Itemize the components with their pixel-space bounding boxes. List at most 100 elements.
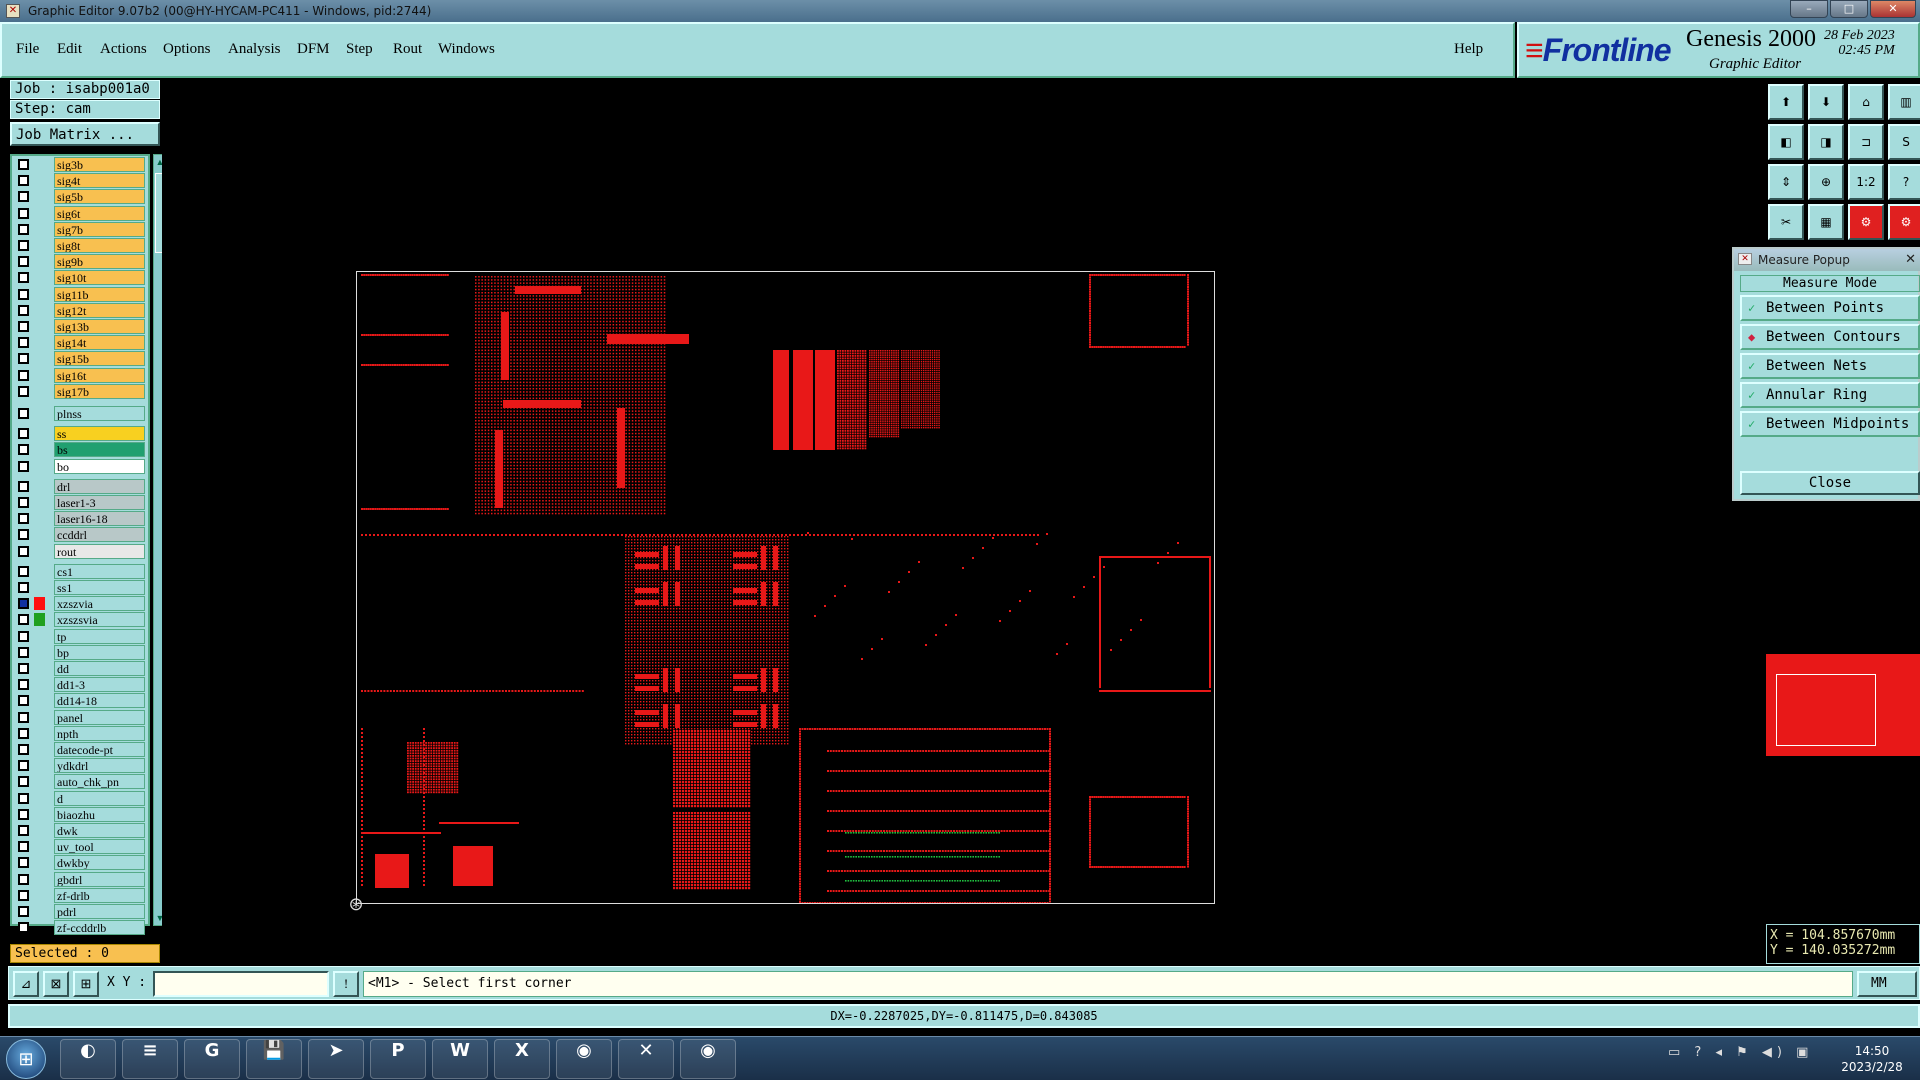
layer-row-sig6t[interactable]: sig6t	[14, 205, 145, 221]
layer-checkbox[interactable]	[18, 906, 29, 917]
layer-checkbox[interactable]	[18, 480, 29, 492]
layer-checkbox[interactable]	[18, 792, 29, 804]
layer-name[interactable]: ydkdrl	[54, 758, 145, 774]
layer-name[interactable]: drl	[54, 478, 145, 494]
layer-name[interactable]: sig11b	[54, 286, 145, 302]
layer-row-ydkdrl[interactable]: ydkdrl	[14, 758, 145, 774]
layer-checkbox[interactable]	[18, 288, 29, 300]
layer-row-sig10t[interactable]: sig10t	[14, 270, 145, 286]
layer-name[interactable]: sig5b	[54, 189, 145, 205]
layer-checkbox[interactable]	[18, 272, 29, 284]
menu-windows[interactable]: Windows	[438, 41, 495, 58]
layer-name[interactable]: biaozhu	[54, 806, 145, 822]
layer-row-ss[interactable]: ss	[14, 426, 145, 442]
layer-checkbox[interactable]	[18, 256, 29, 268]
layer-row-dd14-18[interactable]: dd14-18	[14, 693, 145, 709]
layer-row-uv_tool[interactable]: uv_tool	[14, 839, 145, 855]
layer-row-bp[interactable]: bp	[14, 644, 145, 660]
layer-row-zf-ccddrlb[interactable]: zf-ccddrlb	[14, 920, 145, 936]
layer-checkbox[interactable]	[18, 497, 29, 508]
layer-name[interactable]: dwkby	[54, 855, 145, 871]
layer-name[interactable]: ccddrl	[54, 527, 145, 543]
layer-name[interactable]: tp	[54, 628, 145, 644]
layer-row-dwkby[interactable]: dwkby	[14, 855, 145, 871]
layer-row-auto_chk_pn[interactable]: auto_chk_pn	[14, 774, 145, 790]
layer-row-gbdrl[interactable]: gbdrl	[14, 871, 145, 887]
layer-name[interactable]: dd	[54, 661, 145, 676]
layer-row-npth[interactable]: npth	[14, 725, 145, 741]
layer-checkbox[interactable]	[18, 175, 29, 187]
layer-row-laser1-3[interactable]: laser1-3	[14, 495, 145, 510]
layer-name[interactable]: datecode-pt	[54, 742, 145, 757]
layer-checkbox[interactable]	[18, 679, 29, 691]
layer-checkbox[interactable]	[18, 695, 29, 707]
layer-checkbox[interactable]	[18, 428, 29, 440]
layer-row-rout[interactable]: rout	[14, 543, 145, 559]
layer-name[interactable]: zf-drlb	[54, 887, 145, 903]
menu-help[interactable]: Help	[1454, 41, 1483, 58]
menu-options[interactable]: Options	[163, 41, 211, 58]
layer-row-sig12t[interactable]: sig12t	[14, 302, 145, 318]
layer-name[interactable]: sig10t	[54, 270, 145, 286]
layer-name[interactable]: plnss	[54, 406, 145, 421]
layer-row-zf-drlb[interactable]: zf-drlb	[14, 887, 145, 903]
layer-row-bo[interactable]: bo	[14, 458, 145, 474]
minimize-button[interactable]: –	[1790, 0, 1828, 18]
layer-name[interactable]: sig13b	[54, 319, 145, 334]
layer-checkbox[interactable]	[18, 808, 29, 820]
layer-checkbox[interactable]	[18, 460, 29, 472]
layer-checkbox[interactable]	[18, 922, 29, 934]
layer-row-xzszvia[interactable]: xzszvia	[14, 596, 145, 612]
layer-row-drl[interactable]: drl	[14, 478, 145, 494]
layer-checkbox[interactable]	[18, 385, 29, 397]
layer-checkbox[interactable]	[18, 304, 29, 316]
layer-row-sig14t[interactable]: sig14t	[14, 335, 145, 351]
layer-name[interactable]: bs	[54, 442, 145, 458]
layer-name[interactable]: sig14t	[54, 335, 145, 351]
layer-checkbox[interactable]	[18, 663, 29, 674]
menu-file[interactable]: File	[16, 41, 39, 58]
layer-checkbox[interactable]	[18, 760, 29, 772]
layer-checkbox[interactable]	[18, 321, 29, 332]
layer-row-sig17b[interactable]: sig17b	[14, 383, 145, 399]
layer-checkbox[interactable]	[18, 565, 29, 577]
layer-name[interactable]: gbdrl	[54, 871, 145, 887]
layer-checkbox[interactable]	[18, 223, 29, 235]
layer-row-sig7b[interactable]: sig7b	[14, 221, 145, 237]
layer-checkbox[interactable]	[18, 630, 29, 642]
layer-row-sig11b[interactable]: sig11b	[14, 286, 145, 302]
layer-checkbox[interactable]	[18, 353, 29, 365]
layer-checkbox[interactable]	[18, 207, 29, 219]
layer-row-sig8t[interactable]: sig8t	[14, 238, 145, 253]
layer-name[interactable]: sig12t	[54, 302, 145, 318]
layer-row-dd[interactable]: dd	[14, 661, 145, 676]
layer-checkbox[interactable]	[18, 513, 29, 525]
layer-row-sig5b[interactable]: sig5b	[14, 189, 145, 205]
layer-name[interactable]: xzszsvia	[54, 612, 145, 628]
menu-edit[interactable]: Edit	[57, 41, 82, 58]
layer-checkbox[interactable]	[18, 337, 29, 349]
layer-checkbox[interactable]	[18, 857, 29, 869]
layer-checkbox[interactable]	[18, 191, 29, 203]
layer-row-sig9b[interactable]: sig9b	[14, 254, 145, 270]
layer-name[interactable]: xzszvia	[54, 596, 145, 612]
layer-row-sig16t[interactable]: sig16t	[14, 367, 145, 383]
layer-row-biaozhu[interactable]: biaozhu	[14, 806, 145, 822]
menu-rout[interactable]: Rout	[393, 41, 422, 58]
layer-name[interactable]: uv_tool	[54, 839, 145, 855]
layer-row-ccddrl[interactable]: ccddrl	[14, 527, 145, 543]
menu-dfm[interactable]: DFM	[297, 41, 330, 58]
layer-name[interactable]: sig15b	[54, 351, 145, 367]
layer-name[interactable]: dwk	[54, 823, 145, 838]
layer-checkbox[interactable]	[18, 646, 29, 658]
layer-checkbox[interactable]	[18, 825, 29, 836]
layer-checkbox[interactable]	[18, 545, 29, 557]
layer-row-xzszsvia[interactable]: xzszsvia	[14, 612, 145, 628]
layer-checkbox[interactable]	[18, 159, 29, 170]
menu-step[interactable]: Step	[346, 41, 373, 58]
close-window-button[interactable]: ✕	[1870, 0, 1916, 18]
layer-checkbox[interactable]	[18, 873, 29, 885]
layer-row-pdrl[interactable]: pdrl	[14, 904, 145, 919]
layer-name[interactable]: sig8t	[54, 238, 145, 253]
layer-name[interactable]: dd1-3	[54, 677, 145, 693]
